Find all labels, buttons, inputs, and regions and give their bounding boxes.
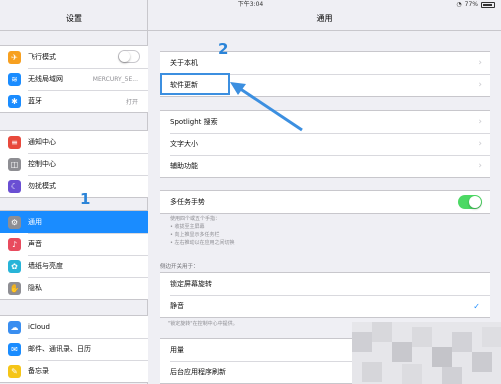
status-right: ◔ 77% bbox=[456, 0, 495, 10]
note-line: 使用四个或五个手指： bbox=[170, 216, 221, 222]
wifi-network-value: MERCURY_5E... bbox=[92, 75, 138, 83]
sidebar-item-privacy[interactable]: ✋ 隐私 bbox=[0, 277, 148, 299]
sidebar-item-label: 通用 bbox=[28, 218, 42, 226]
sidebar-item-mail-contacts-calendars[interactable]: ✉ 邮件、通讯录、日历 bbox=[0, 338, 148, 360]
side-switch-note: "锁定旋转"在控制中心中提供。 bbox=[168, 321, 238, 327]
chevron-right-icon: › bbox=[478, 161, 482, 171]
gear-icon: ⚙ bbox=[8, 216, 21, 229]
general-group-search: Spotlight 搜索 › 文字大小 › 辅助功能 › bbox=[160, 110, 490, 178]
software-update-highlight bbox=[160, 73, 230, 95]
annotation-label-1: 1 bbox=[80, 190, 91, 208]
multitasking-toggle[interactable] bbox=[458, 195, 482, 209]
sidebar-item-label: 邮件、通讯录、日历 bbox=[28, 345, 91, 353]
airplane-icon: ✈ bbox=[8, 51, 21, 64]
wifi-icon: ≋ bbox=[8, 73, 21, 86]
battery-percent: 77% bbox=[464, 1, 478, 8]
page-title: 通用 bbox=[316, 14, 333, 23]
multitasking-note: 使用四个或五个手指： • 收拢至主屏幕 • 向上推显示多任务栏 • 左右推动以在… bbox=[170, 215, 235, 247]
cloud-icon: ☁ bbox=[8, 321, 21, 334]
notification-icon: ≡ bbox=[8, 136, 21, 149]
annotation-label-2: 2 bbox=[218, 40, 229, 58]
sidebar-item-label: 无线局域网 bbox=[28, 75, 63, 83]
sidebar-item-label: 隐私 bbox=[28, 284, 42, 292]
sidebar-header-divider bbox=[0, 30, 148, 31]
chevron-right-icon: › bbox=[478, 80, 482, 90]
settings-sidebar: 设置 ✈ 飞行模式 ≋ 无线局域网 MERCURY_5E... ✱ 蓝牙 打开 … bbox=[0, 0, 148, 384]
note-line: • 收拢至主屏幕 bbox=[170, 224, 205, 230]
general-group-side-switch: 锁定屏幕旋转 静音 ✓ bbox=[160, 272, 490, 318]
sidebar-group-accounts: ☁ iCloud ✉ 邮件、通讯录、日历 ✎ 备忘录 bbox=[0, 315, 148, 383]
row-label: 用量 bbox=[170, 346, 184, 354]
sidebar-item-wallpaper-brightness[interactable]: ✿ 墙纸与亮度 bbox=[0, 255, 148, 277]
sidebar-item-label: 飞行模式 bbox=[28, 53, 56, 61]
airplane-mode-toggle[interactable] bbox=[118, 50, 140, 63]
sidebar-item-label: iCloud bbox=[28, 323, 50, 331]
sidebar-item-notes[interactable]: ✎ 备忘录 bbox=[0, 360, 148, 382]
general-group-multitasking: 多任务手势 bbox=[160, 190, 490, 214]
sidebar-title: 设置 bbox=[66, 14, 82, 23]
row-label: 文字大小 bbox=[170, 140, 198, 148]
notes-icon: ✎ bbox=[8, 365, 21, 378]
row-label: 静音 bbox=[170, 302, 184, 310]
row-label: 关于本机 bbox=[170, 59, 198, 67]
watermark-mosaic bbox=[352, 322, 501, 384]
side-switch-section-label: 侧边开关用于： bbox=[160, 264, 199, 270]
sidebar-item-general[interactable]: ⚙ 通用 bbox=[0, 211, 148, 233]
sidebar-item-icloud[interactable]: ☁ iCloud bbox=[0, 316, 148, 338]
annotation-arrow-icon bbox=[230, 82, 303, 132]
sidebar-group-general: ⚙ 通用 ♪ 声音 ✿ 墙纸与亮度 ✋ 隐私 bbox=[0, 210, 148, 300]
row-mute[interactable]: 静音 ✓ bbox=[160, 295, 490, 317]
row-label: 锁定屏幕旋转 bbox=[170, 280, 212, 288]
sidebar-item-sounds[interactable]: ♪ 声音 bbox=[0, 233, 148, 255]
chevron-right-icon: › bbox=[478, 139, 482, 149]
sidebar-item-label: 控制中心 bbox=[28, 160, 56, 168]
sidebar-group-connectivity: ✈ 飞行模式 ≋ 无线局域网 MERCURY_5E... ✱ 蓝牙 打开 bbox=[0, 45, 148, 113]
sidebar-item-control-center[interactable]: ◫ 控制中心 bbox=[0, 153, 148, 175]
checkmark-icon: ✓ bbox=[473, 301, 480, 311]
row-label: 多任务手势 bbox=[170, 198, 205, 206]
chevron-right-icon: › bbox=[478, 58, 482, 68]
moon-icon: ☾ bbox=[8, 180, 21, 193]
sound-icon: ♪ bbox=[8, 238, 21, 251]
rotation-lock-icon: ◔ bbox=[456, 1, 462, 8]
control-center-icon: ◫ bbox=[8, 158, 21, 171]
sidebar-item-notification-center[interactable]: ≡ 通知中心 bbox=[0, 131, 148, 153]
row-about[interactable]: 关于本机 › bbox=[160, 52, 490, 74]
row-multitasking-gestures: 多任务手势 bbox=[160, 191, 490, 213]
note-line: • 向上推显示多任务栏 bbox=[170, 232, 220, 238]
row-label: Spotlight 搜索 bbox=[170, 118, 218, 126]
row-label: 后台应用程序刷新 bbox=[170, 368, 226, 376]
mail-icon: ✉ bbox=[8, 343, 21, 356]
battery-icon bbox=[481, 2, 495, 8]
note-line: • 左右推动以在应用之间切换 bbox=[170, 240, 235, 246]
bluetooth-value: 打开 bbox=[125, 98, 138, 106]
wallpaper-icon: ✿ bbox=[8, 260, 21, 273]
sidebar-item-label: 勿扰模式 bbox=[28, 182, 56, 190]
row-text-size[interactable]: 文字大小 › bbox=[160, 133, 490, 155]
sidebar-item-label: 墙纸与亮度 bbox=[28, 262, 63, 270]
row-spotlight-search[interactable]: Spotlight 搜索 › bbox=[160, 111, 490, 133]
sidebar-item-label: 声音 bbox=[28, 240, 42, 248]
sidebar-group-notifications: ≡ 通知中心 ◫ 控制中心 ☾ 勿扰模式 bbox=[0, 130, 148, 198]
sidebar-item-label: 通知中心 bbox=[28, 138, 56, 146]
main-header-divider bbox=[148, 30, 501, 31]
sidebar-item-label: 蓝牙 bbox=[28, 97, 42, 105]
row-label: 辅助功能 bbox=[170, 162, 198, 170]
sidebar-item-do-not-disturb[interactable]: ☾ 勿扰模式 bbox=[0, 175, 148, 197]
sidebar-item-bluetooth[interactable]: ✱ 蓝牙 打开 bbox=[0, 90, 148, 112]
row-accessibility[interactable]: 辅助功能 › bbox=[160, 155, 490, 177]
sidebar-item-airplane-mode[interactable]: ✈ 飞行模式 bbox=[0, 46, 148, 68]
sidebar-item-label: 备忘录 bbox=[28, 367, 49, 375]
row-lock-rotation[interactable]: 锁定屏幕旋转 bbox=[160, 273, 490, 295]
bluetooth-icon: ✱ bbox=[8, 95, 21, 108]
hand-icon: ✋ bbox=[8, 282, 21, 295]
sidebar-item-wifi[interactable]: ≋ 无线局域网 MERCURY_5E... bbox=[0, 68, 148, 90]
chevron-right-icon: › bbox=[478, 117, 482, 127]
